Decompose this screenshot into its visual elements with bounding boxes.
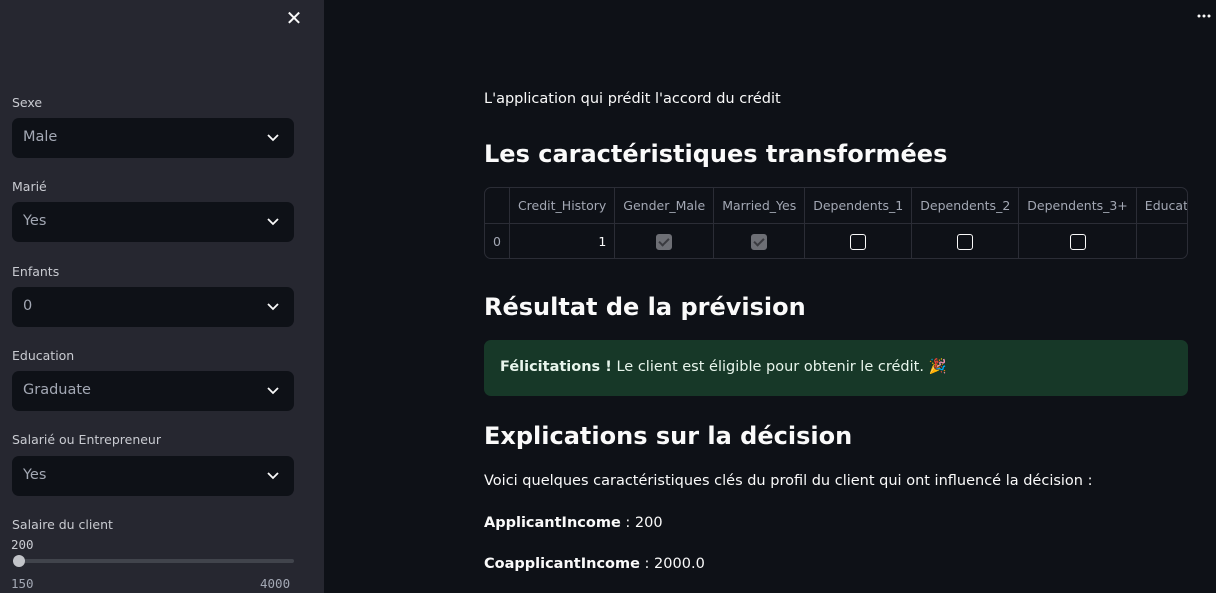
cell-dependents-3plus[interactable] [1018, 223, 1137, 258]
more-menu-icon[interactable] [1196, 9, 1212, 23]
feature-name: CoapplicantIncome [484, 556, 640, 572]
row-index: 0 [485, 223, 510, 258]
employment-label: Salarié ou Entrepreneur [12, 432, 161, 447]
feature-value: : 2000.0 [639, 556, 705, 572]
feature-coapplicant-income: CoapplicantIncome : 2000.0 [484, 556, 705, 572]
table-header[interactable]: Dependents_1 [804, 188, 913, 224]
table-header[interactable]: Dependents_3+ [1018, 188, 1137, 224]
checkbox-checked-icon [751, 233, 768, 250]
cell-education[interactable] [1136, 224, 1187, 259]
salary-min: 150 [11, 576, 34, 591]
table-row: 0 1 [485, 223, 1187, 259]
app-subtitle: L'application qui prédit l'accord du cré… [484, 91, 781, 107]
close-sidebar-icon[interactable]: ✕ [284, 8, 304, 28]
checkbox-unchecked-icon [957, 233, 974, 250]
enfants-value: 0 [23, 298, 33, 314]
checkbox-checked-icon [656, 233, 673, 250]
cell-credit-history[interactable]: 1 [509, 223, 616, 258]
cell-dependents-2[interactable] [911, 223, 1020, 258]
table-header-index [485, 188, 510, 224]
features-table[interactable]: Credit_History Gender_Male Married_Yes D… [484, 187, 1188, 259]
chevron-down-icon [267, 303, 279, 311]
employment-select[interactable]: Yes [12, 456, 294, 496]
table-header[interactable]: Gender_Male [614, 188, 715, 224]
sexe-label: Sexe [12, 95, 43, 110]
marie-value: Yes [23, 213, 47, 229]
cell-gender-male[interactable] [614, 223, 715, 258]
checkbox-unchecked-icon [850, 233, 867, 250]
salary-slider-thumb[interactable] [12, 555, 25, 567]
chevron-down-icon [267, 472, 279, 480]
section-title-explanations: Explications sur la décision [484, 422, 853, 450]
checkbox-unchecked-icon [1069, 233, 1086, 250]
enfants-select[interactable]: 0 [12, 287, 294, 327]
marie-label: Marié [12, 179, 47, 194]
alert-text: Le client est éligible pour obtenir le c… [611, 359, 947, 375]
section-title-features: Les caractéristiques transformées [484, 140, 948, 168]
section-title-prediction: Résultat de la prévision [484, 293, 806, 321]
feature-applicant-income: ApplicantIncome : 200 [484, 515, 663, 531]
cell-married-yes[interactable] [713, 223, 806, 258]
enfants-label: Enfants [12, 264, 60, 279]
chevron-down-icon [267, 134, 279, 142]
education-select[interactable]: Graduate [12, 371, 294, 411]
sexe-select[interactable]: Male [12, 118, 294, 158]
cell-dependents-1[interactable] [804, 223, 913, 258]
table-header[interactable]: Dependents_2 [911, 188, 1020, 224]
salary-slider-track[interactable] [14, 559, 294, 563]
education-value: Graduate [23, 382, 91, 398]
salary-value: 200 [11, 537, 34, 552]
marie-select[interactable]: Yes [12, 202, 294, 242]
table-header[interactable]: Credit_History [509, 188, 616, 224]
sidebar: ✕ Sexe Male Marié Yes Enfants 0 Educatio… [0, 0, 324, 593]
explanation-intro: Voici quelques caractéristiques clés du … [484, 473, 1093, 489]
feature-name: ApplicantIncome [484, 515, 621, 531]
employment-value: Yes [23, 467, 47, 483]
education-label: Education [12, 348, 75, 363]
feature-value: : 200 [620, 515, 663, 531]
sexe-value: Male [23, 129, 58, 145]
salary-label: Salaire du client [12, 517, 113, 532]
chevron-down-icon [267, 218, 279, 226]
table-header[interactable]: Educatio [1136, 188, 1187, 224]
chevron-down-icon [267, 387, 279, 395]
success-alert: Félicitations ! Le client est éligible p… [484, 340, 1188, 396]
salary-max: 4000 [260, 576, 291, 591]
alert-bold: Félicitations ! [500, 359, 612, 375]
table-header[interactable]: Married_Yes [713, 188, 806, 224]
